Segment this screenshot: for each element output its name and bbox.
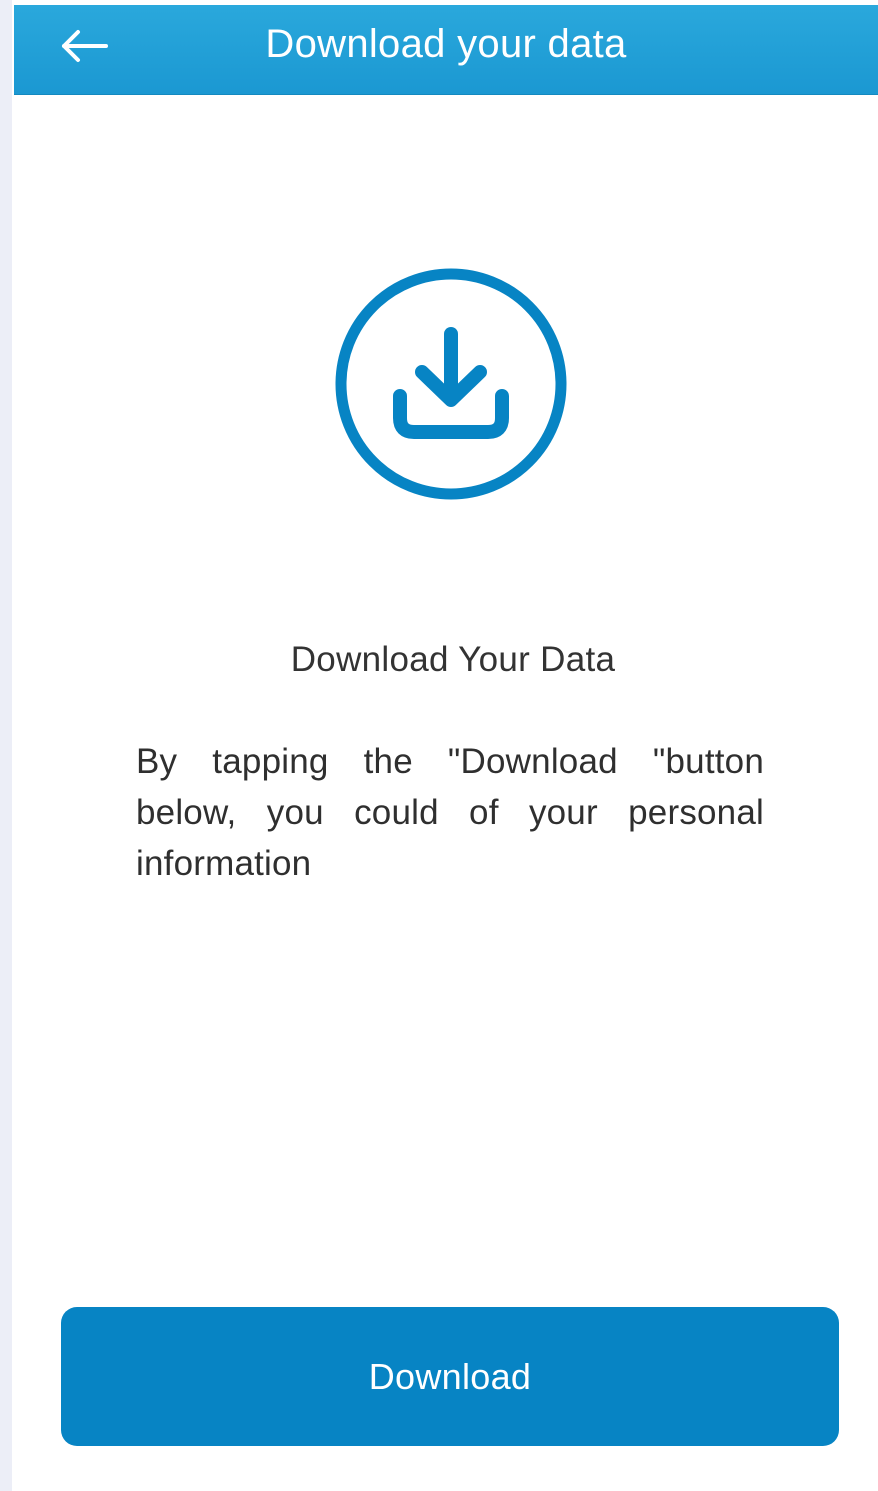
back-button[interactable]: [54, 21, 116, 71]
download-data-screen: Download your data Download Your Data By…: [0, 0, 878, 1491]
section-title: Download Your Data: [290, 640, 616, 679]
description-text: By tapping the "Download "button below, …: [136, 742, 764, 883]
left-edge-divider: [0, 0, 12, 1491]
download-button[interactable]: Download: [61, 1307, 839, 1446]
download-circle-icon: [332, 268, 570, 500]
app-header: Download your data: [14, 5, 878, 95]
arrow-left-icon: [62, 30, 108, 62]
page-title: Download your data: [265, 22, 627, 66]
